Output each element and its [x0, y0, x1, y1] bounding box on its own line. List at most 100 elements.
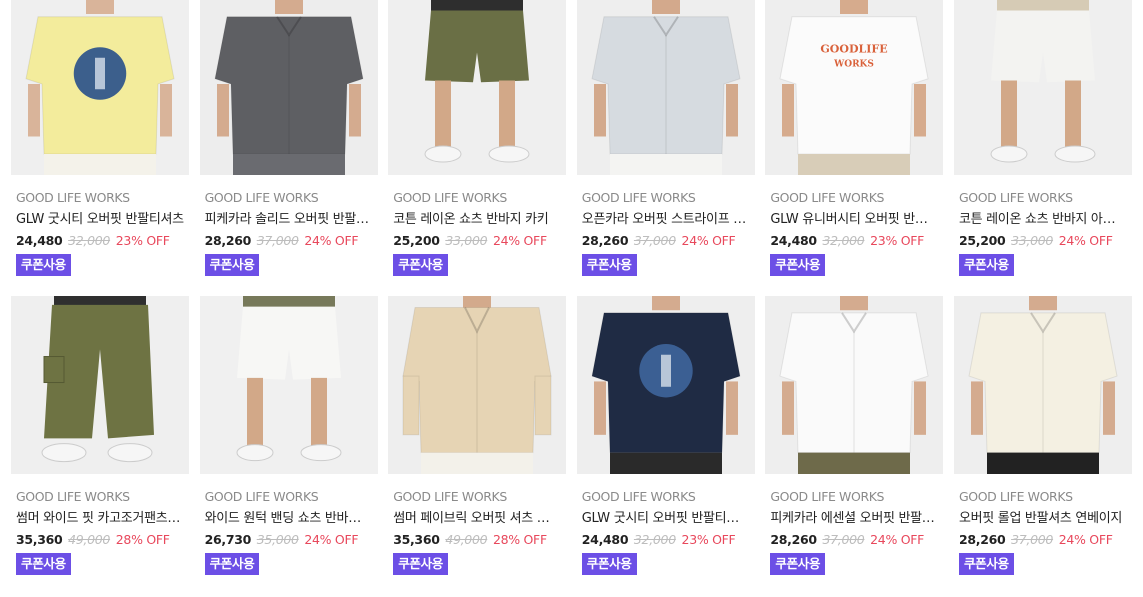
- product-image[interactable]: [765, 296, 944, 474]
- price-line: 28,260 37,000 24% OFF: [205, 232, 373, 249]
- product-name[interactable]: GLW 굿시티 오버핏 반팔티셔츠 네이비: [582, 510, 750, 528]
- product-brand[interactable]: GOOD LIFE WORKS: [16, 488, 184, 505]
- product-info: GOOD LIFE WORKS 와이드 원턱 밴딩 쇼츠 반바지 화이트 26,…: [200, 488, 378, 575]
- product-brand[interactable]: GOOD LIFE WORKS: [393, 189, 561, 206]
- product-image[interactable]: [576, 0, 755, 175]
- coupon-badge[interactable]: 쿠폰사용: [958, 553, 1014, 575]
- product-card[interactable]: GOOD LIFE WORKS 피케카라 에센셜 오버핏 반팔셔츠 28,260…: [765, 292, 944, 592]
- product-card[interactable]: GOOD LIFE WORKS 코튼 레이온 쇼츠 반바지 카키 25,200 …: [388, 0, 567, 292]
- discount-rate: 24% OFF: [304, 532, 359, 547]
- product-image[interactable]: [388, 0, 567, 175]
- product-image[interactable]: [953, 0, 1132, 175]
- coupon-badge[interactable]: 쿠폰사용: [770, 254, 826, 276]
- sale-price: 28,260: [958, 532, 1006, 547]
- coupon-badge[interactable]: 쿠폰사용: [204, 553, 260, 575]
- original-price: 32,000: [68, 233, 111, 248]
- product-image[interactable]: [199, 296, 378, 474]
- product-info: GOOD LIFE WORKS 썸머 와이드 핏 카고조거팬츠 카키 35,36…: [11, 488, 189, 575]
- coupon-badge[interactable]: 쿠폰사용: [393, 254, 448, 276]
- discount-rate: 24% OFF: [1058, 233, 1113, 248]
- product-brand[interactable]: GOOD LIFE WORKS: [582, 189, 750, 206]
- coupon-badge[interactable]: 쿠폰사용: [204, 254, 260, 276]
- product-card[interactable]: GOOD LIFE WORKS 썸머 와이드 핏 카고조거팬츠 카키 35,36…: [11, 292, 189, 592]
- product-name[interactable]: 썸머 페이브릭 오버핏 셔츠 베이지: [393, 510, 561, 528]
- original-price: 37,000: [1011, 532, 1054, 547]
- sale-price: 28,260: [581, 233, 629, 248]
- product-info: GOOD LIFE WORKS GLW 굿시티 오버핏 반팔티셔츠 네이비 24…: [577, 488, 755, 575]
- coupon-badge[interactable]: 쿠폰사용: [770, 553, 826, 575]
- product-image[interactable]: [388, 296, 567, 474]
- product-image[interactable]: [11, 296, 189, 474]
- product-grid: GOOD LIFE WORKS GLW 굿시티 오버핏 반팔티셔츠 24,480…: [11, 0, 1132, 592]
- product-info: GOOD LIFE WORKS 오버핏 롤업 반팔셔츠 연베이지 28,260 …: [954, 488, 1132, 575]
- coupon-badge[interactable]: 쿠폰사용: [16, 553, 71, 575]
- product-brand[interactable]: GOOD LIFE WORKS: [393, 488, 561, 505]
- svg-text:GOODLIFE: GOODLIFE: [821, 43, 888, 56]
- product-card[interactable]: GOOD LIFE WORKS GLW 굿시티 오버핏 반팔티셔츠 24,480…: [11, 0, 189, 292]
- price-line: 35,360 49,000 28% OFF: [393, 531, 561, 548]
- sale-price: 26,730: [204, 532, 252, 547]
- product-brand[interactable]: GOOD LIFE WORKS: [205, 488, 373, 505]
- sale-price: 28,260: [770, 532, 817, 547]
- sale-price: 24,480: [581, 532, 629, 547]
- original-price: 37,000: [256, 233, 299, 248]
- product-info: GOOD LIFE WORKS 썸머 페이브릭 오버핏 셔츠 베이지 35,36…: [388, 488, 566, 575]
- coupon-badge[interactable]: 쿠폰사용: [393, 553, 448, 575]
- product-info: GOOD LIFE WORKS 피케카라 솔리드 오버핏 반팔셔츠 28,260…: [200, 189, 378, 276]
- coupon-badge[interactable]: 쿠폰사용: [958, 254, 1014, 276]
- product-info: GOOD LIFE WORKS GLW 굿시티 오버핏 반팔티셔츠 24,480…: [11, 189, 189, 276]
- product-name[interactable]: 피케카라 에센셜 오버핏 반팔셔츠: [770, 510, 938, 528]
- product-card[interactable]: GOOD LIFE WORKS 피케카라 솔리드 오버핏 반팔셔츠 28,260…: [199, 0, 378, 292]
- product-name[interactable]: 와이드 원턱 밴딩 쇼츠 반바지 화이트: [205, 510, 373, 528]
- sale-price: 25,200: [393, 233, 440, 248]
- price-line: 28,260 37,000 24% OFF: [770, 531, 938, 548]
- product-card[interactable]: GOOD LIFE WORKS GLW 굿시티 오버핏 반팔티셔츠 네이비 24…: [576, 292, 755, 592]
- product-image[interactable]: [199, 0, 378, 175]
- product-image[interactable]: [953, 296, 1132, 474]
- product-name[interactable]: GLW 굿시티 오버핏 반팔티셔츠: [16, 211, 184, 229]
- product-card[interactable]: GOOD LIFE WORKS 코튼 레이온 쇼츠 반바지 아이보리 25,20…: [953, 0, 1132, 292]
- product-name[interactable]: 오버핏 롤업 반팔셔츠 연베이지: [959, 510, 1127, 528]
- product-card[interactable]: GOOD LIFE WORKS 오픈카라 오버핏 스트라이프 반팔셔츠 28,2…: [576, 0, 755, 292]
- original-price: 49,000: [445, 532, 488, 547]
- product-image[interactable]: [576, 296, 755, 474]
- product-brand[interactable]: GOOD LIFE WORKS: [16, 189, 184, 206]
- discount-rate: 23% OFF: [870, 233, 925, 248]
- product-image[interactable]: GOODLIFE WORKS: [765, 0, 944, 175]
- coupon-badge[interactable]: 쿠폰사용: [581, 254, 637, 276]
- product-info: GOOD LIFE WORKS 코튼 레이온 쇼츠 반바지 아이보리 25,20…: [954, 189, 1132, 276]
- price-line: 28,260 37,000 24% OFF: [582, 232, 750, 249]
- product-image[interactable]: [11, 0, 189, 175]
- product-info: GOOD LIFE WORKS 피케카라 에센셜 오버핏 반팔셔츠 28,260…: [765, 488, 943, 575]
- product-name[interactable]: 코튼 레이온 쇼츠 반바지 카키: [393, 211, 561, 229]
- product-card[interactable]: GOOD LIFE WORKS 오버핏 롤업 반팔셔츠 연베이지 28,260 …: [953, 292, 1132, 592]
- product-brand[interactable]: GOOD LIFE WORKS: [959, 189, 1127, 206]
- sale-price: 35,360: [16, 532, 63, 547]
- price-line: 25,200 33,000 24% OFF: [959, 232, 1127, 249]
- sale-price: 24,480: [770, 233, 817, 248]
- product-name[interactable]: 피케카라 솔리드 오버핏 반팔셔츠: [205, 211, 373, 229]
- sale-price: 24,480: [16, 233, 63, 248]
- discount-rate: 24% OFF: [870, 532, 925, 547]
- product-card[interactable]: GOOD LIFE WORKS 썸머 페이브릭 오버핏 셔츠 베이지 35,36…: [388, 292, 567, 592]
- product-name[interactable]: GLW 유니버시티 오버핏 반팔티셔츠: [770, 211, 938, 229]
- coupon-badge[interactable]: 쿠폰사용: [581, 553, 637, 575]
- sale-price: 25,200: [958, 233, 1006, 248]
- discount-rate: 28% OFF: [115, 532, 170, 547]
- discount-rate: 24% OFF: [681, 233, 736, 248]
- product-brand[interactable]: GOOD LIFE WORKS: [582, 488, 750, 505]
- product-card[interactable]: GOODLIFE WORKS GOOD LIFE WORKS GLW 유니버시티 …: [765, 0, 944, 292]
- coupon-badge[interactable]: 쿠폰사용: [16, 254, 71, 276]
- product-name[interactable]: 오픈카라 오버핏 스트라이프 반팔셔츠: [582, 211, 750, 229]
- original-price: 32,000: [822, 233, 865, 248]
- product-name[interactable]: 썸머 와이드 핏 카고조거팬츠 카키: [16, 510, 184, 528]
- product-name[interactable]: 코튼 레이온 쇼츠 반바지 아이보리: [959, 211, 1127, 229]
- product-brand[interactable]: GOOD LIFE WORKS: [770, 189, 938, 206]
- product-brand[interactable]: GOOD LIFE WORKS: [770, 488, 938, 505]
- product-brand[interactable]: GOOD LIFE WORKS: [205, 189, 373, 206]
- product-card[interactable]: GOOD LIFE WORKS 와이드 원턱 밴딩 쇼츠 반바지 화이트 26,…: [199, 292, 378, 592]
- original-price: 32,000: [633, 532, 676, 547]
- product-brand[interactable]: GOOD LIFE WORKS: [959, 488, 1127, 505]
- discount-rate: 24% OFF: [1058, 532, 1113, 547]
- original-price: 33,000: [1011, 233, 1054, 248]
